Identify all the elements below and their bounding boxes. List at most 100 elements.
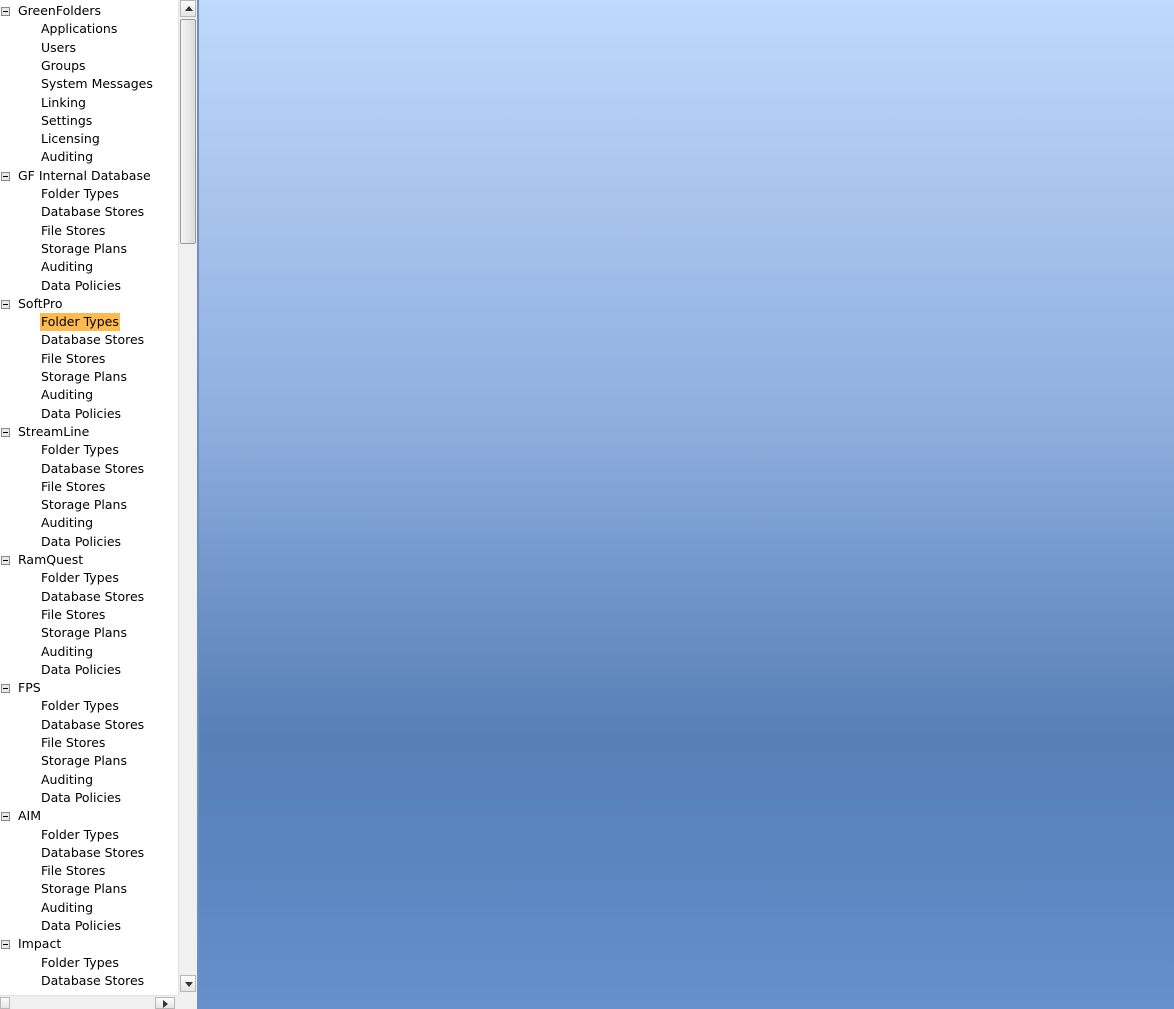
collapse-toggle-icon[interactable]: [1, 812, 10, 822]
tree-item[interactable]: File Stores: [0, 222, 178, 240]
tree-item[interactable]: Folder Types: [0, 697, 178, 715]
tree-item[interactable]: Database Stores: [0, 588, 178, 606]
tree-item-label: Auditing: [41, 899, 94, 915]
tree-group-label: StreamLine: [18, 423, 90, 439]
scroll-up-button[interactable]: [180, 0, 196, 17]
tree-item[interactable]: Auditing: [0, 771, 178, 789]
tree-item[interactable]: Database Stores: [0, 844, 178, 862]
collapse-toggle-icon[interactable]: [1, 171, 10, 181]
tree-group-label: GF Internal Database: [18, 167, 151, 183]
tree-item[interactable]: Folder Types: [0, 185, 178, 203]
content-pane: [197, 0, 1174, 1009]
tree-group[interactable]: Impact: [0, 935, 178, 953]
tree-item[interactable]: Folder Types: [0, 313, 178, 332]
tree-item[interactable]: Groups: [0, 57, 178, 75]
tree-group-label: FPS: [18, 680, 41, 696]
tree-item[interactable]: Auditing: [0, 514, 178, 532]
tree-item[interactable]: Folder Types: [0, 954, 178, 972]
tree-item[interactable]: Applications: [0, 20, 178, 38]
tree-item-label: Data Policies: [41, 405, 122, 421]
tree-group-label: Impact: [18, 936, 62, 952]
tree-item[interactable]: Data Policies: [0, 789, 178, 807]
tree-item[interactable]: Database Stores: [0, 331, 178, 349]
tree-item-label: Database Stores: [41, 332, 145, 348]
tree-item-label: Database Stores: [41, 204, 145, 220]
tree-group[interactable]: GreenFolders: [0, 2, 178, 20]
tree-item[interactable]: Data Policies: [0, 405, 178, 423]
arrow-down-icon: [185, 982, 193, 987]
tree-item[interactable]: Data Policies: [0, 661, 178, 679]
tree-item[interactable]: Storage Plans: [0, 240, 178, 258]
tree-group[interactable]: StreamLine: [0, 423, 178, 441]
tree-item[interactable]: Licensing: [0, 130, 178, 148]
collapse-toggle-icon[interactable]: [1, 684, 10, 694]
tree-item-label: Database Stores: [41, 460, 145, 476]
tree-item[interactable]: Linking: [0, 94, 178, 112]
tree-item[interactable]: Data Policies: [0, 533, 178, 551]
collapse-toggle-icon[interactable]: [1, 7, 10, 16]
tree-group[interactable]: FPS: [0, 679, 178, 697]
tree-group[interactable]: SoftPro: [0, 295, 178, 313]
tree-item[interactable]: Database Stores: [0, 203, 178, 221]
tree-item-label: Auditing: [41, 387, 94, 403]
tree-item-label: File Stores: [41, 735, 106, 750]
tree-item[interactable]: Data Policies: [0, 917, 178, 935]
tree-item[interactable]: Storage Plans: [0, 752, 178, 770]
tree-item[interactable]: Auditing: [0, 148, 178, 166]
tree-item[interactable]: File Stores: [0, 478, 178, 496]
navigation-tree: GreenFolders Applications Users Groups Syste…: [0, 0, 178, 995]
tree-item[interactable]: Settings: [0, 112, 178, 130]
tree-group[interactable]: RamQuest: [0, 551, 178, 569]
tree-item-label: Storage Plans: [41, 497, 127, 513]
tree-item[interactable]: Folder Types: [0, 569, 178, 587]
tree-item[interactable]: Auditing: [0, 386, 178, 404]
tree-item[interactable]: File Stores: [0, 350, 178, 368]
tree-item[interactable]: Database Stores: [0, 972, 178, 990]
tree-item-label: Folder Types: [41, 186, 119, 201]
scroll-right-button[interactable]: [155, 997, 175, 1009]
tree-item[interactable]: Database Stores: [0, 716, 178, 734]
vertical-scrollbar[interactable]: [178, 0, 197, 995]
tree-item-label: File Stores: [41, 222, 106, 238]
collapse-toggle-icon[interactable]: [1, 299, 10, 309]
tree-item[interactable]: Folder Types: [0, 826, 178, 844]
collapse-toggle-icon[interactable]: [1, 940, 10, 950]
tree-item[interactable]: File Stores: [0, 862, 178, 880]
vertical-scroll-thumb[interactable]: [180, 19, 196, 244]
tree-item[interactable]: Folder Types: [0, 441, 178, 459]
tree-item[interactable]: Users: [0, 39, 178, 57]
tree-item-label: Auditing: [41, 643, 94, 659]
tree-item-label: Database Stores: [41, 844, 145, 860]
horizontal-scrollbar[interactable]: [0, 995, 178, 1009]
scrollbar-corner: [178, 995, 197, 1009]
tree-item[interactable]: File Stores: [0, 734, 178, 752]
tree-item[interactable]: Auditing: [0, 258, 178, 276]
tree-item[interactable]: Data Policies: [0, 277, 178, 295]
horizontal-scroll-thumb[interactable]: [0, 997, 10, 1009]
tree-group-label: SoftPro: [18, 295, 63, 311]
arrow-right-icon: [163, 1000, 168, 1008]
arrow-up-icon: [185, 6, 193, 11]
tree-item[interactable]: Storage Plans: [0, 624, 178, 642]
tree-item[interactable]: Storage Plans: [0, 496, 178, 514]
tree-item[interactable]: System Messages: [0, 75, 178, 93]
tree-item[interactable]: Auditing: [0, 899, 178, 917]
collapse-toggle-icon[interactable]: [1, 427, 10, 437]
tree-item-label: Folder Types: [41, 698, 119, 714]
tree-item[interactable]: File Stores: [0, 606, 178, 624]
tree-group[interactable]: GF Internal Database: [0, 167, 178, 185]
tree-item-label: File Stores: [41, 478, 106, 494]
tree-item[interactable]: Storage Plans: [0, 368, 178, 386]
scroll-down-button[interactable]: [180, 975, 196, 992]
tree-item-label: System Messages: [41, 76, 153, 92]
tree-item-label: Storage Plans: [41, 240, 127, 256]
tree-item[interactable]: Storage Plans: [0, 880, 178, 898]
tree-item-label: Folder Types: [41, 570, 119, 586]
tree-item-label: Storage Plans: [41, 881, 127, 897]
tree-group[interactable]: AIM: [0, 807, 178, 825]
tree-item[interactable]: Database Stores: [0, 460, 178, 478]
tree-item-label: Auditing: [41, 771, 94, 787]
tree-item-label: Linking: [41, 94, 86, 110]
collapse-toggle-icon[interactable]: [1, 556, 10, 565]
tree-item[interactable]: Auditing: [0, 643, 178, 661]
